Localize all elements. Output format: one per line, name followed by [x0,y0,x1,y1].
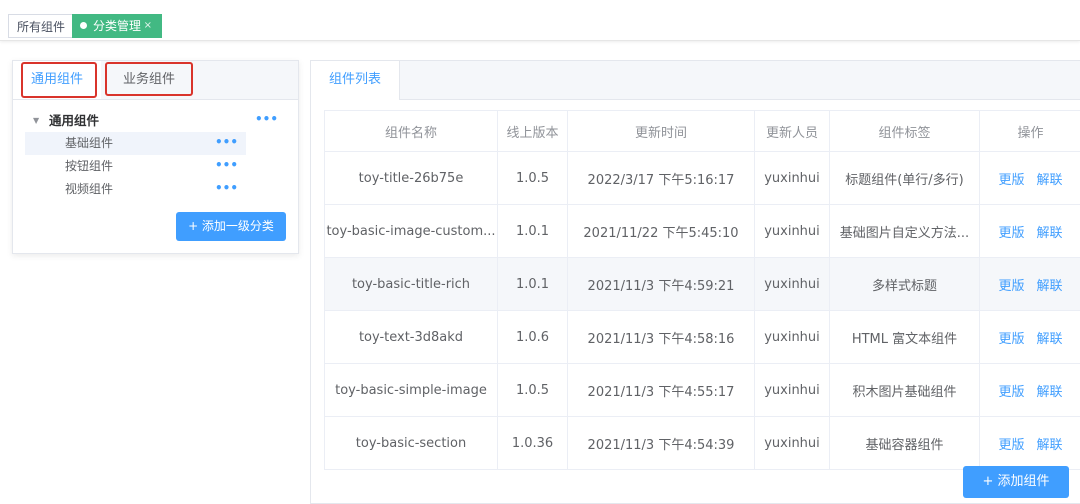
more-icon[interactable]: ••• [215,154,238,177]
unlink-link[interactable]: 解联 [1037,226,1063,241]
cell-actions: 更版 解联 [979,257,1080,311]
column-header: 更新时间 [567,110,755,152]
more-icon[interactable]: ••• [255,108,278,131]
table-row: toy-basic-image-custom... 1.0.1 2021/11/… [324,204,1080,258]
cell-name: toy-basic-image-custom... [324,204,498,258]
tree-node-label: 基础组件 [65,136,114,150]
tab-business-components[interactable]: 业务组件 [109,61,189,99]
cell-updated-by: yuxinhui [754,204,830,258]
update-version-link[interactable]: 更版 [998,385,1024,400]
update-version-link[interactable]: 更版 [998,173,1024,188]
cell-updated-time: 2021/11/3 下午4:58:16 [567,310,755,364]
add-category-button[interactable]: + 添加一级分类 [176,212,286,241]
cell-version: 1.0.6 [497,310,568,364]
cell-updated-time: 2021/11/3 下午4:55:17 [567,363,755,417]
add-component-button[interactable]: + 添加组件 [963,466,1069,498]
close-icon[interactable]: × [144,14,152,38]
update-version-link[interactable]: 更版 [998,226,1024,241]
cell-name: toy-basic-title-rich [324,257,498,311]
category-tree: ▼ 通用组件 ••• 基础组件 ••• 按钮组件 ••• 视频组件 ••• [13,109,298,201]
cell-name: toy-title-26b75e [324,151,498,205]
cell-actions: 更版 解联 [979,310,1080,364]
category-panel: 通用组件 业务组件 ▼ 通用组件 ••• 基础组件 ••• 按钮组件 ••• 视… [12,60,299,254]
table-row: toy-title-26b75e 1.0.5 2022/3/17 下午5:16:… [324,151,1080,205]
column-header: 组件名称 [324,110,498,152]
table-header-row: 组件名称 线上版本 更新时间 更新人员 组件标签 操作 [324,110,1080,152]
component-tabs: 组件列表 [311,61,1080,100]
tree-node-label: 通用组件 [49,113,100,128]
cell-name: toy-basic-simple-image [324,363,498,417]
tree-node-label: 视频组件 [65,182,114,196]
unlink-link[interactable]: 解联 [1037,279,1063,294]
category-tabs: 通用组件 业务组件 [13,61,298,100]
unlink-link[interactable]: 解联 [1037,385,1063,400]
more-icon[interactable]: ••• [215,131,238,154]
table-row: toy-basic-title-rich 1.0.1 2021/11/3 下午4… [324,257,1080,311]
cell-version: 1.0.1 [497,257,568,311]
table-row: toy-text-3d8akd 1.0.6 2021/11/3 下午4:58:1… [324,310,1080,364]
cell-tag: 标题组件(单行/多行) [829,151,980,205]
tag-active-label: 分类管理 [93,19,142,33]
cell-name: toy-basic-section [324,416,498,470]
cell-actions: 更版 解联 [979,204,1080,258]
cell-updated-by: yuxinhui [754,257,830,311]
component-table: 组件名称 线上版本 更新时间 更新人员 组件标签 操作 toy-title-26… [324,110,1080,470]
cell-actions: 更版 解联 [979,416,1080,470]
tree-node-root[interactable]: ▼ 通用组件 ••• [13,109,298,132]
update-version-link[interactable]: 更版 [998,438,1024,453]
tab-component-list[interactable]: 组件列表 [311,61,400,100]
cell-updated-by: yuxinhui [754,416,830,470]
cell-tag: 多样式标题 [829,257,980,311]
tags-bar: 所有组件 分类管理 × [0,0,1080,41]
more-icon[interactable]: ••• [215,177,238,200]
unlink-link[interactable]: 解联 [1037,173,1063,188]
table-row: toy-basic-simple-image 1.0.5 2021/11/3 下… [324,363,1080,417]
column-header: 更新人员 [754,110,830,152]
tag-category-management[interactable]: 分类管理 × [72,14,162,38]
tag-all-components[interactable]: 所有组件 [8,14,75,38]
cell-tag: 基础容器组件 [829,416,980,470]
cell-updated-time: 2021/11/3 下午4:54:39 [567,416,755,470]
cell-actions: 更版 解联 [979,151,1080,205]
cell-tag: 基础图片自定义方法... [829,204,980,258]
unlink-link[interactable]: 解联 [1037,438,1063,453]
update-version-link[interactable]: 更版 [998,279,1024,294]
column-header: 线上版本 [497,110,568,152]
cell-version: 1.0.5 [497,363,568,417]
active-dot-icon [80,22,87,29]
update-version-link[interactable]: 更版 [998,332,1024,347]
unlink-link[interactable]: 解联 [1037,332,1063,347]
cell-version: 1.0.1 [497,204,568,258]
tree-node-button[interactable]: 按钮组件 ••• [25,155,246,178]
cell-updated-by: yuxinhui [754,310,830,364]
column-header: 组件标签 [829,110,980,152]
cell-updated-by: yuxinhui [754,363,830,417]
tree-node-basic[interactable]: 基础组件 ••• [25,132,246,155]
tree-node-label: 按钮组件 [65,159,114,173]
cell-tag: HTML 富文本组件 [829,310,980,364]
cell-version: 1.0.36 [497,416,568,470]
cell-version: 1.0.5 [497,151,568,205]
caret-down-icon[interactable]: ▼ [33,109,39,132]
cell-updated-by: yuxinhui [754,151,830,205]
corner-decoration-icon [980,0,1020,2]
cell-updated-time: 2021/11/22 下午5:45:10 [567,204,755,258]
tree-node-video[interactable]: 视频组件 ••• [25,178,246,201]
cell-tag: 积木图片基础组件 [829,363,980,417]
table-row: toy-basic-section 1.0.36 2021/11/3 下午4:5… [324,416,1080,470]
cell-actions: 更版 解联 [979,363,1080,417]
cell-updated-time: 2022/3/17 下午5:16:17 [567,151,755,205]
component-list-panel: 组件列表 组件名称 线上版本 更新时间 更新人员 组件标签 操作 toy-tit… [310,60,1080,504]
tab-common-components[interactable]: 通用组件 [13,61,101,99]
column-header: 操作 [979,110,1080,152]
cell-name: toy-text-3d8akd [324,310,498,364]
cell-updated-time: 2021/11/3 下午4:59:21 [567,257,755,311]
